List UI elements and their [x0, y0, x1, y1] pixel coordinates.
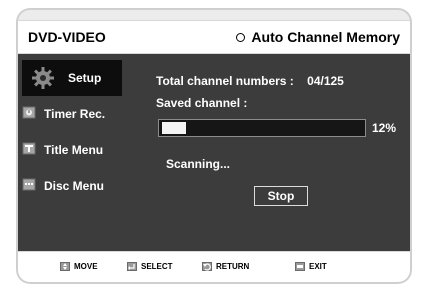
footer-move: MOVE [60, 262, 98, 271]
status-text: Scanning... [166, 157, 231, 171]
total-channel-label: Total channel numbers : [156, 74, 294, 88]
footer-return: RETURN [202, 262, 249, 271]
page-title-label: Auto Channel Memory [251, 29, 400, 45]
progress-percent: 12% [372, 121, 397, 135]
select-icon [127, 262, 137, 271]
footer-return-label: RETURN [216, 262, 250, 271]
content-area: Total channel numbers : 04/125 Saved cha… [122, 54, 412, 251]
progress-fill [162, 122, 186, 134]
footer-bar: MOVE SELECT RETURN EXIT [16, 251, 412, 284]
disc-menu-icon [22, 177, 40, 195]
header-bar: DVD-VIDEO Auto Channel Memory [16, 20, 412, 54]
footer-exit-label: EXIT [309, 262, 327, 271]
sidebar-item-setup[interactable]: Setup [22, 60, 122, 96]
page-title: Auto Channel Memory [236, 29, 400, 45]
move-icon [60, 262, 70, 271]
gear-icon [30, 67, 56, 89]
progress-bar [158, 119, 366, 137]
footer-exit: EXIT [295, 262, 327, 271]
saved-channel-label: Saved channel : [156, 96, 248, 110]
sidebar-item-label: Timer Rec. [44, 107, 106, 121]
sidebar-item-disc-menu[interactable]: Disc Menu [16, 168, 122, 204]
sidebar-item-label: Title Menu [44, 143, 104, 157]
circle-icon [236, 32, 246, 42]
app-title: DVD-VIDEO [28, 29, 106, 45]
footer-select-label: SELECT [141, 262, 173, 271]
stop-button[interactable]: Stop [254, 186, 308, 206]
main-panel: Setup Timer Rec. Title Menu Disc Menu To… [16, 54, 412, 251]
sidebar-item-timer-rec[interactable]: Timer Rec. [16, 96, 122, 132]
osd-screen: DVD-VIDEO Auto Channel Memory Setup Time… [16, 8, 412, 284]
sidebar-item-title-menu[interactable]: Title Menu [16, 132, 122, 168]
footer-select: SELECT [127, 262, 173, 271]
return-icon [202, 262, 212, 271]
exit-icon [295, 262, 305, 271]
total-channel-row: Total channel numbers : 04/125 [156, 74, 344, 88]
footer-move-label: MOVE [74, 262, 98, 271]
timer-icon [22, 105, 40, 123]
sidebar-item-label: Setup [68, 71, 102, 85]
sidebar: Setup Timer Rec. Title Menu Disc Menu [16, 54, 122, 251]
title-menu-icon [22, 141, 40, 159]
total-channel-value: 04/125 [307, 74, 344, 88]
sidebar-item-label: Disc Menu [44, 179, 105, 193]
